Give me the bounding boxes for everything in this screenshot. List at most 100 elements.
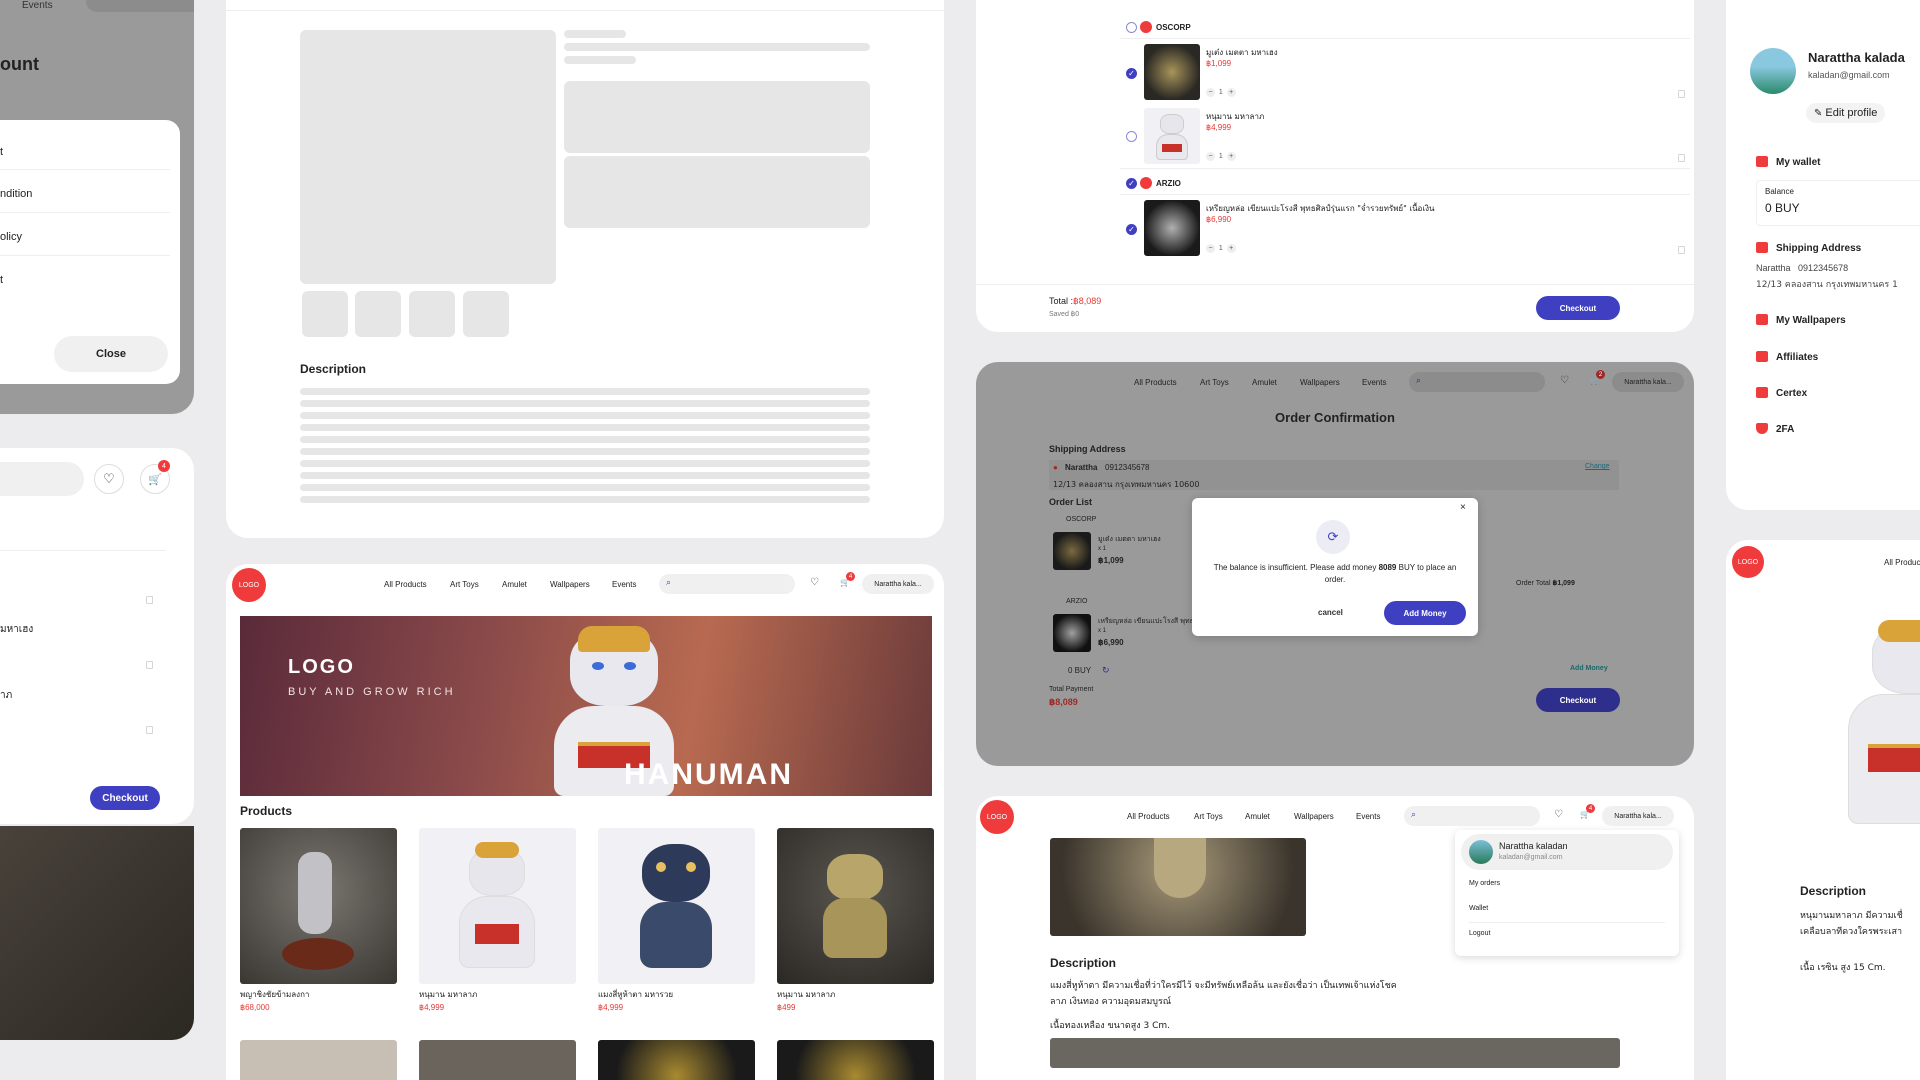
trash-icon[interactable] — [1678, 246, 1685, 254]
item-qty: x 1 — [1098, 628, 1107, 634]
nav-amulet[interactable]: Amulet — [1245, 812, 1270, 821]
nav-events[interactable]: Events — [1356, 812, 1380, 821]
close-button[interactable]: Close — [54, 336, 168, 372]
shipping-address-label[interactable]: Shipping Address — [1776, 243, 1861, 254]
search-input[interactable] — [0, 462, 84, 496]
legal-panel: Events ount t ndition olicy t Close — [0, 0, 194, 414]
product-card[interactable]: แมงสี่หูห้าตา มหารวย ฿4,999 — [598, 828, 755, 1012]
search-icon: ⌕ — [1411, 809, 1417, 819]
menu-affiliates[interactable]: Affiliates — [1776, 352, 1818, 363]
search-pill[interactable] — [86, 0, 194, 12]
nav-events[interactable]: Events — [612, 580, 636, 589]
nav-wallpapers[interactable]: Wallpapers — [550, 580, 590, 589]
heart-icon[interactable]: ♡ — [1560, 375, 1569, 386]
hero-banner[interactable]: LOGO BUY AND GROW RICH HANUMAN — [240, 616, 932, 796]
product-image[interactable] — [777, 1040, 934, 1080]
dropdown-profile[interactable]: Narattha kaladan kaladan@gmail.com — [1461, 834, 1673, 870]
legal-item-1[interactable]: t — [0, 146, 3, 158]
quantity-stepper[interactable]: − 1 + — [1206, 88, 1236, 97]
menu-my-wallpapers[interactable]: My Wallpapers — [1776, 315, 1846, 326]
menu-my-orders[interactable]: My orders — [1469, 880, 1500, 887]
nav-wallpapers[interactable]: Wallpapers — [1294, 812, 1334, 821]
product-image[interactable] — [240, 1040, 397, 1080]
nav-all-products[interactable]: All Produc — [1884, 558, 1920, 567]
edit-profile-button[interactable]: ✎ Edit profile — [1806, 103, 1886, 123]
product-card[interactable]: หนุมาน มหาลาภ ฿499 — [777, 828, 934, 1012]
product-image[interactable] — [598, 1040, 755, 1080]
logo[interactable]: LOGO — [1732, 546, 1764, 578]
wallet-balance: 0 BUY — [1068, 666, 1092, 675]
product-card[interactable]: พญาชิงชัยข้ามลงกา ฿68,000 — [240, 828, 397, 1012]
shop-name: ARZIO — [1156, 179, 1181, 188]
search-input[interactable]: ⌕ — [659, 574, 795, 594]
loading-skeleton-page: Description — [226, 0, 944, 538]
trash-icon[interactable] — [146, 596, 153, 604]
cancel-button[interactable]: cancel — [1318, 608, 1343, 617]
user-menu-button[interactable]: Narattha kala... — [862, 574, 934, 594]
nav-wallpapers[interactable]: Wallpapers — [1300, 378, 1340, 387]
nav-amulet[interactable]: Amulet — [502, 580, 527, 589]
user-menu-button[interactable]: Narattha kala... — [1612, 372, 1684, 392]
quantity-value: 1 — [1218, 153, 1223, 160]
checkout-button[interactable]: Checkout — [1536, 296, 1620, 320]
legal-item-3[interactable]: olicy — [0, 231, 22, 243]
shop-checked-icon[interactable]: ✓ — [1126, 178, 1137, 189]
logo[interactable]: LOGO — [232, 568, 266, 602]
change-address-link[interactable]: Change — [1585, 463, 1610, 470]
logo[interactable]: LOGO — [980, 800, 1014, 834]
nav-all-products[interactable]: All Products — [1134, 378, 1177, 387]
nav-art-toys[interactable]: Art Toys — [1194, 812, 1223, 821]
page-title: ount — [0, 54, 39, 74]
quantity-stepper[interactable]: − 1 + — [1206, 244, 1236, 253]
shop-name: OSCORP — [1066, 516, 1097, 523]
heart-icon[interactable]: ♡ — [94, 464, 124, 494]
menu-certex[interactable]: Certex — [1776, 388, 1807, 399]
product-card[interactable]: หนุมาน มหาลาภ ฿4,999 — [419, 828, 576, 1012]
legal-item-2[interactable]: ndition — [0, 188, 32, 200]
plus-icon: + — [1226, 152, 1236, 161]
description-text: หนุมานมหาลาภ มีความเชื่ — [1800, 911, 1903, 921]
add-money-button[interactable]: Add Money — [1384, 601, 1466, 625]
close-icon[interactable]: × — [1460, 502, 1466, 513]
nav-all-products[interactable]: All Products — [384, 580, 427, 589]
trash-icon[interactable] — [146, 661, 153, 669]
search-input[interactable]: ⌕ — [1409, 372, 1545, 392]
product-detail-page: LOGO All Products Art Toys Amulet Wallpa… — [976, 796, 1694, 1080]
item-select-radio[interactable] — [1126, 131, 1137, 142]
legal-item-4[interactable]: t — [0, 274, 3, 286]
menu-2fa[interactable]: 2FA — [1776, 424, 1794, 435]
product-image[interactable] — [419, 1040, 576, 1080]
description-heading: Description — [1050, 956, 1117, 970]
add-money-link[interactable]: Add Money — [1570, 665, 1608, 672]
cart-badge: 4 — [1586, 804, 1595, 813]
my-wallet-label[interactable]: My wallet — [1776, 157, 1820, 168]
product-name: หนุมาน มหาลาภ — [419, 990, 478, 999]
item-checked-icon[interactable]: ✓ — [1126, 68, 1137, 79]
item-checked-icon[interactable]: ✓ — [1126, 224, 1137, 235]
top-nav-events[interactable]: Events — [22, 0, 53, 11]
heart-icon[interactable]: ♡ — [810, 577, 819, 588]
banner-logo: LOGO — [288, 656, 355, 678]
nav-all-products[interactable]: All Products — [1127, 812, 1170, 821]
description-heading: Description — [1800, 884, 1867, 898]
search-input[interactable]: ⌕ — [1404, 806, 1540, 826]
product-image — [240, 828, 397, 984]
checkout-button[interactable]: Checkout — [90, 786, 160, 810]
menu-wallet[interactable]: Wallet — [1469, 905, 1488, 912]
quantity-stepper[interactable]: − 1 + — [1206, 152, 1236, 161]
description-text: เคลือบลาทีดวงใครพระเสา — [1800, 927, 1902, 937]
refresh-icon[interactable]: ↻ — [1102, 665, 1110, 676]
menu-logout[interactable]: Logout — [1469, 930, 1490, 937]
checkout-button[interactable]: Checkout — [1536, 688, 1620, 712]
nav-art-toys[interactable]: Art Toys — [1200, 378, 1229, 387]
trash-icon[interactable] — [146, 726, 153, 734]
shop-select-radio[interactable] — [1126, 22, 1137, 33]
trash-icon[interactable] — [1678, 90, 1685, 98]
heart-icon[interactable]: ♡ — [1554, 809, 1563, 820]
nav-events[interactable]: Events — [1362, 378, 1386, 387]
item-image — [1053, 532, 1091, 570]
user-menu-button[interactable]: Narattha kala... — [1602, 806, 1674, 826]
nav-art-toys[interactable]: Art Toys — [450, 580, 479, 589]
trash-icon[interactable] — [1678, 154, 1685, 162]
nav-amulet[interactable]: Amulet — [1252, 378, 1277, 387]
